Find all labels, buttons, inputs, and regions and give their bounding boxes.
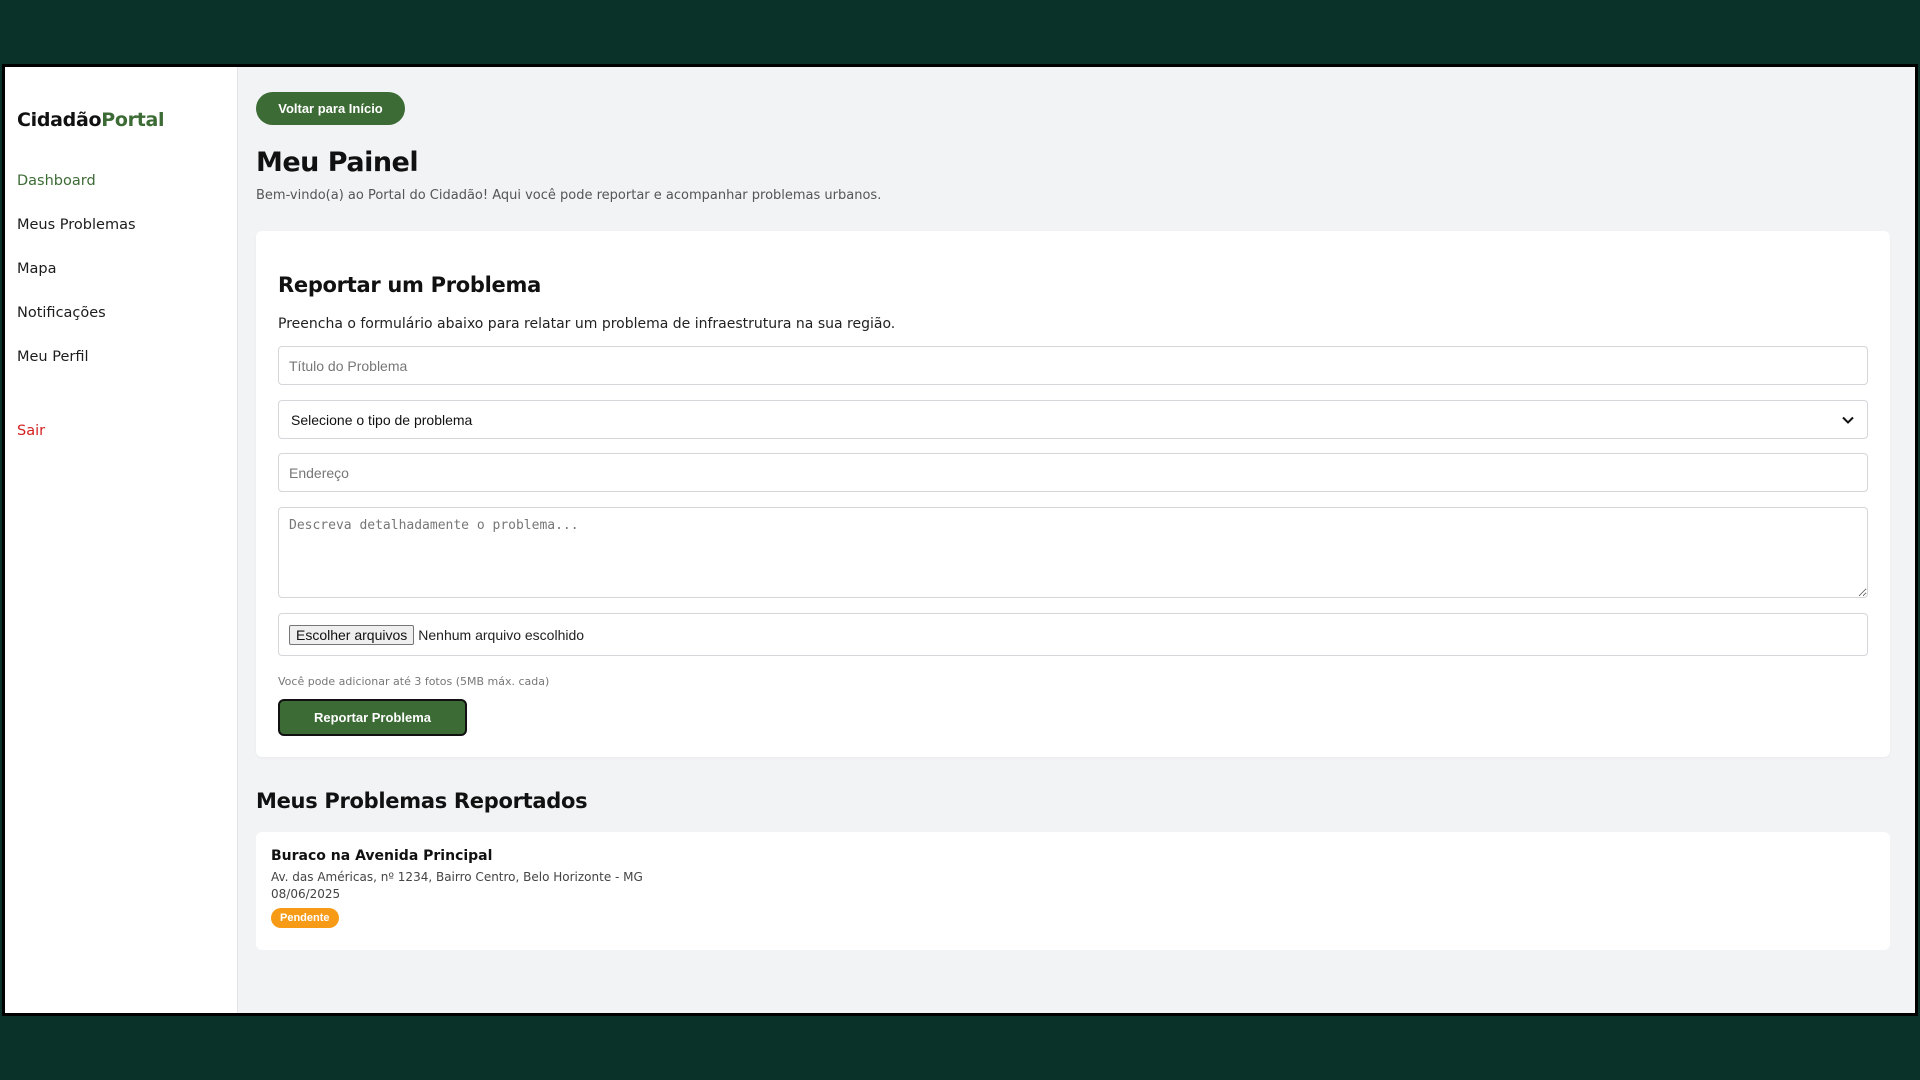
- problem-title-input[interactable]: [278, 346, 1868, 385]
- sidebar-item-notificacoes[interactable]: Notificações: [17, 303, 225, 347]
- sidebar-item-meus-problemas[interactable]: Meus Problemas: [17, 215, 225, 259]
- brand-name-accent: Portal: [101, 109, 165, 131]
- choose-files-button[interactable]: Escolher arquivos: [289, 624, 415, 645]
- report-problem-card: Reportar um Problema Preencha o formulár…: [256, 231, 1890, 757]
- brand-logo[interactable]: CidadãoPortal: [17, 109, 225, 131]
- page-title: Meu Painel: [256, 147, 419, 178]
- problem-item-address: Av. das Américas, nº 1234, Bairro Centro…: [271, 870, 643, 884]
- back-to-home-button[interactable]: Voltar para Início: [256, 92, 405, 125]
- sidebar: CidadãoPortal Dashboard Meus Problemas M…: [5, 67, 238, 1013]
- file-status-text: Nenhum arquivo escolhido: [418, 626, 585, 643]
- address-input[interactable]: [278, 453, 1868, 492]
- report-problem-button[interactable]: Reportar Problema: [278, 699, 467, 736]
- problem-description-textarea[interactable]: [278, 507, 1868, 598]
- reported-problems-title: Meus Problemas Reportados: [256, 789, 588, 813]
- problem-item-date: 08/06/2025: [271, 887, 341, 901]
- app-layout: CidadãoPortal Dashboard Meus Problemas M…: [5, 67, 1915, 1013]
- list-item[interactable]: Buraco na Avenida Principal Av. das Amér…: [256, 832, 1890, 950]
- sidebar-item-dashboard[interactable]: Dashboard: [17, 171, 225, 215]
- brand-name-main: Cidadão: [17, 109, 102, 131]
- file-upload-hint: Você pode adicionar até 3 fotos (5MB máx…: [278, 675, 550, 688]
- problem-item-title: Buraco na Avenida Principal: [271, 848, 493, 864]
- problem-type-select[interactable]: Selecione o tipo de problema: [278, 400, 1868, 439]
- photo-upload-field[interactable]: Escolher arquivos Nenhum arquivo escolhi…: [278, 613, 1868, 656]
- sidebar-item-sair[interactable]: Sair: [17, 421, 225, 465]
- main-content: Voltar para Início Meu Painel Bem-vindo(…: [238, 67, 1915, 1013]
- status-badge: Pendente: [271, 908, 339, 928]
- chevron-down-icon: [1841, 413, 1855, 427]
- page-subtitle: Bem-vindo(a) ao Portal do Cidadão! Aqui …: [256, 188, 882, 203]
- app-window: CidadãoPortal Dashboard Meus Problemas M…: [2, 64, 1918, 1016]
- sidebar-item-meu-perfil[interactable]: Meu Perfil: [17, 347, 225, 391]
- report-form-title: Reportar um Problema: [278, 273, 541, 297]
- sidebar-nav: Dashboard Meus Problemas Mapa Notificaçõ…: [17, 171, 225, 465]
- sidebar-item-mapa[interactable]: Mapa: [17, 259, 225, 303]
- problem-type-selected-value: Selecione o tipo de problema: [291, 411, 473, 428]
- report-form-description: Preencha o formulário abaixo para relata…: [278, 316, 896, 332]
